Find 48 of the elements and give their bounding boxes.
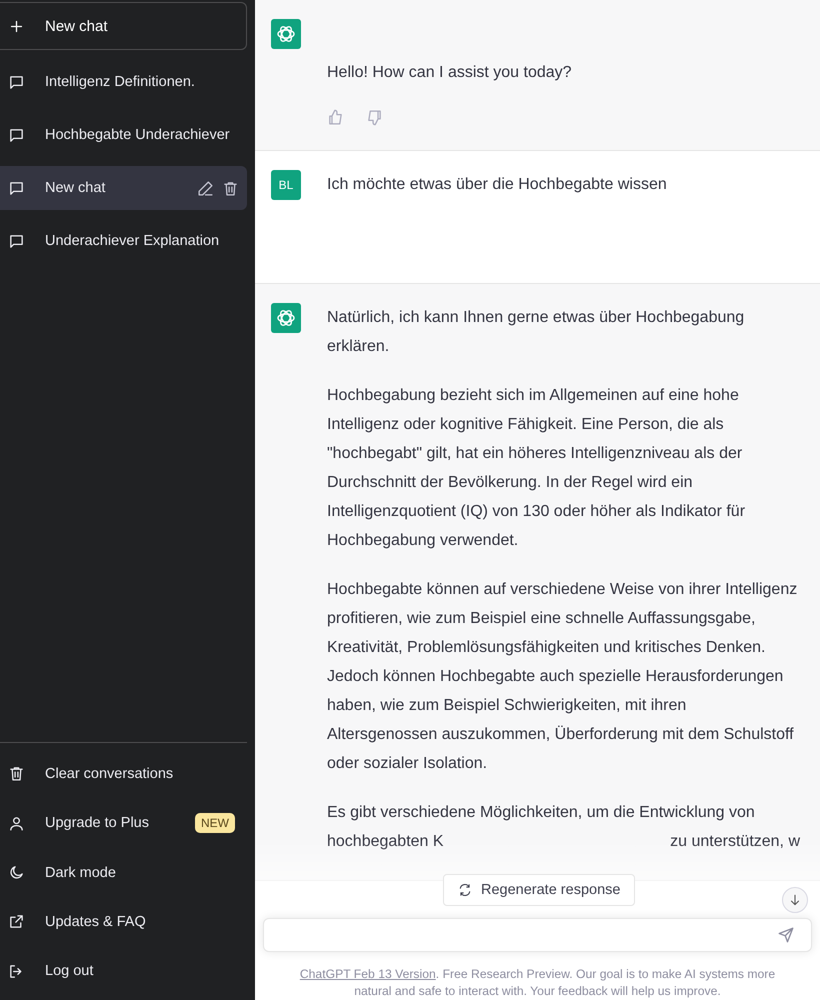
conversation-item[interactable]: New chat [0, 166, 247, 210]
menu-label: Clear conversations [45, 766, 174, 782]
thumbs-up-icon[interactable] [327, 109, 344, 126]
menu-label: Log out [45, 963, 94, 980]
menu-item[interactable]: Clear conversations [0, 749, 247, 798]
new-chat-button[interactable]: New chat [0, 2, 247, 50]
message-text: Ich möchte etwas über die Hochbegabte wissen [327, 175, 668, 195]
conversation-item[interactable]: Hochbegabte Underachiever [0, 113, 247, 157]
chat-icon [8, 126, 25, 144]
footer-text: ChatGPT Feb 13 Version. Free Research Preview. Our goal is to make AI systems more natural and safe to interact with. Your feedback will help us improve. [298, 966, 776, 1000]
conversation-title: Hochbegabte Underachiever [45, 127, 231, 143]
edit-icon[interactable] [197, 180, 214, 196]
menu-item[interactable]: Updates & FAQ [0, 897, 247, 947]
menu-label: Dark mode [45, 864, 117, 881]
user-avatar: BL [271, 170, 301, 200]
message-text: zu unterstützen, w [670, 832, 800, 852]
conversation-title: New chat [45, 180, 106, 196]
external-link-icon [8, 913, 25, 930]
conversation-item[interactable]: Underachiever Explanation [0, 219, 247, 263]
thumbs-down-icon[interactable] [366, 109, 383, 126]
message-text: Hello! How can I assist you today? [327, 63, 573, 83]
regenerate-button[interactable]: Regenerate response [443, 874, 636, 906]
message-text: Hochbegabung bezieht sich im Allgemeinen auf eine hohe Intelligenz oder kognitive Fähigkeit. Eine Person, die als "hochbegabt" gilt, hat ein höheres Intelligenzniveau als der Durchschnitt der Bevölkerung. In der Regel wird ein Intelligenzquotient (IQ) von 130 oder höher als Indikator für Hochbegabung verwendet. [327, 386, 746, 551]
refresh-icon [458, 883, 472, 897]
menu-label: Updates & FAQ [45, 914, 147, 930]
message-text: Natürlich, ich kann Ihnen gerne etwas über Hochbegabung erklären. [327, 308, 746, 357]
message-text: hochbegabten K [327, 832, 444, 852]
message-text: Hochbegabte können auf verschiedene Weise von ihrer Intelligenz profitieren, wie zum Beispiel eine schnelle Auffassungsgabe, Kreativität, Problemlösungsfähigkeiten und kritisches Denken. Jedoch können Hochbegabte auch spezielle Herausforderungen haben, wie zum Beispiel Schwierigkeiten, mit ihren Altersgenossen auszukommen, Überforderung mit dem Schulstoff oder sozialer Isolation. [327, 580, 798, 774]
scroll-down-button[interactable] [782, 887, 808, 913]
menu-item[interactable]: Dark mode [0, 848, 247, 898]
new-badge: NEW [195, 813, 235, 834]
chat-icon [8, 74, 25, 90]
chat-icon [8, 232, 25, 250]
message-input[interactable] [263, 918, 812, 952]
moon-icon [8, 864, 25, 882]
conversation-item[interactable]: Intelligenz Definitionen. [0, 60, 247, 104]
trash-icon [8, 765, 25, 782]
menu-item[interactable]: Log out [0, 946, 247, 996]
menu-item[interactable]: Upgrade to Plus NEW [0, 798, 247, 848]
arrow-down-icon [788, 893, 802, 907]
delete-icon[interactable] [222, 180, 239, 196]
user-icon [8, 814, 25, 832]
message-text: Es gibt verschiedene Möglichkeiten, um die Entwicklung von [327, 803, 756, 823]
chat-icon [8, 180, 25, 196]
menu-label: Upgrade to Plus [45, 815, 150, 832]
conversation-title: Intelligenz Definitionen. [45, 74, 196, 90]
send-icon[interactable] [777, 926, 795, 944]
conversation-title: Underachiever Explanation [45, 233, 220, 249]
